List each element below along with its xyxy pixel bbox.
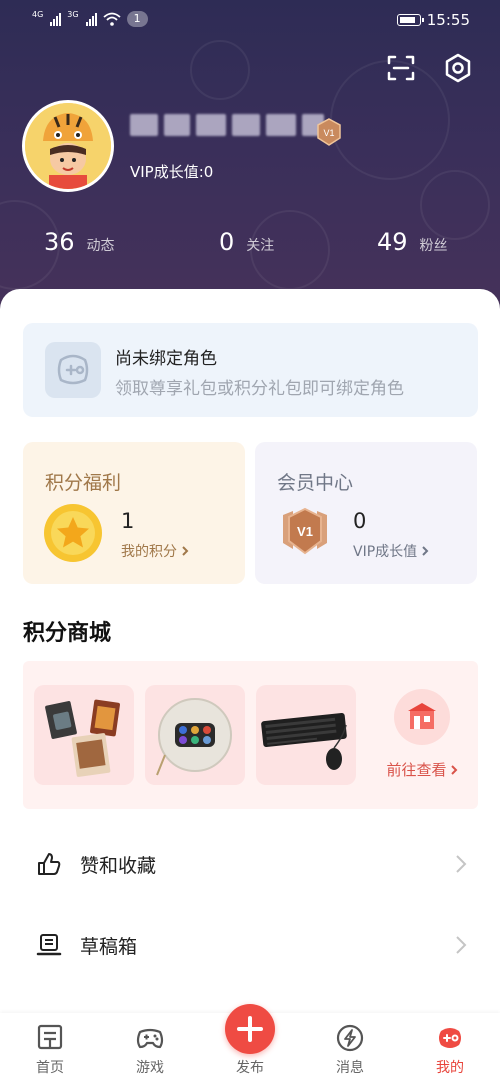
nav-mine[interactable]: 我的 [400,1013,500,1083]
stat-followers[interactable]: 49 粉丝 [377,228,448,256]
stat-posts[interactable]: 36 动态 [44,228,115,256]
nav-home[interactable]: 首页 [0,1013,100,1083]
game-badge-icon [45,342,101,398]
bind-role-title: 尚未绑定角色 [115,349,217,369]
bind-role-subtitle: 领取尊享礼包或积分礼包即可绑定角色 [115,379,404,399]
goto-mall-button[interactable]: 前往查看 [372,689,472,789]
svg-text:V1: V1 [323,128,334,138]
chevron-right-icon [422,546,429,556]
thumbs-up-icon [38,853,61,875]
network-type-2: 3G [67,10,79,19]
svg-text:V1: V1 [297,524,313,539]
mall-item-pouch[interactable] [145,685,245,785]
publish-button[interactable] [225,1004,275,1054]
vip-growth-value: 0 [353,509,367,533]
profile-stats: 36 动态 0 关注 49 粉丝 [0,228,500,260]
wifi-icon [103,12,121,26]
nav-games[interactable]: 游戏 [100,1013,200,1083]
goto-mall-label: 前往查看 [386,761,447,779]
mall-item-cards[interactable] [34,685,134,785]
status-bar: 4G 3G 1 15:55 [0,0,500,40]
vip-center-title: 会员中心 [277,472,354,494]
profile-header: 4G 3G 1 15:55 V1 VIP成长值:0 36 动态 0 关注 49 … [0,0,500,330]
tiger-avatar-image [25,103,111,189]
stat-following[interactable]: 0 关注 [219,228,274,256]
nickname-blurred [130,114,324,136]
points-mall-title: 积分商城 [23,621,112,646]
vip-level-badge[interactable]: V1 [314,117,344,147]
star-coin-icon [44,504,102,562]
menu-label: 草稿箱 [80,936,138,958]
vip-growth-text[interactable]: VIP成长值:0 [130,161,213,182]
my-points-link[interactable]: 我的积分 [121,541,189,561]
shop-icon [394,689,450,745]
gamepad-icon [136,1028,164,1049]
avatar[interactable] [22,100,114,192]
plus-icon [237,1016,263,1042]
signal-icon [50,12,62,26]
home-icon [37,1024,63,1050]
menu-label: 赞和收藏 [80,855,157,877]
menu-item-drafts[interactable]: 草稿箱 [0,910,500,980]
nav-publish[interactable]: 发布 [200,1004,300,1083]
chevron-right-icon [456,855,467,873]
mall-item-keyboard-mouse[interactable] [256,685,356,785]
drafts-icon [36,934,62,956]
points-benefit-title: 积分福利 [45,472,122,494]
nav-messages[interactable]: 消息 [300,1013,400,1083]
points-value: 1 [121,509,135,533]
vip-growth-link[interactable]: VIP成长值 [353,541,429,561]
battery-icon [396,14,424,26]
points-mall-strip: 前往查看 [23,661,478,809]
vip-badge-icon: V1 [283,507,327,555]
scan-icon[interactable] [385,52,417,84]
network-type-1: 4G [32,10,44,19]
status-time: 15:55 [426,11,470,29]
mine-icon [439,1028,461,1048]
notification-count-badge: 1 [126,11,148,27]
lightning-icon [336,1024,364,1052]
settings-icon[interactable] [442,52,474,84]
bind-role-card[interactable]: 尚未绑定角色 领取尊享礼包或积分礼包即可绑定角色 [23,323,478,417]
bottom-navigation: 首页 游戏 发布 消息 我的 [0,1004,500,1083]
chevron-right-icon [450,764,457,775]
signal-icon-2 [85,12,97,26]
chevron-right-icon [456,936,467,954]
profile-content: 尚未绑定角色 领取尊享礼包或积分礼包即可绑定角色 积分福利 1 我的积分 会员中… [0,289,500,1013]
points-benefit-card[interactable]: 积分福利 1 我的积分 [23,442,245,584]
menu-item-likes-favorites[interactable]: 赞和收藏 [0,829,500,899]
vip-center-card[interactable]: 会员中心 V1 0 VIP成长值 [255,442,477,584]
chevron-right-icon [182,546,189,556]
